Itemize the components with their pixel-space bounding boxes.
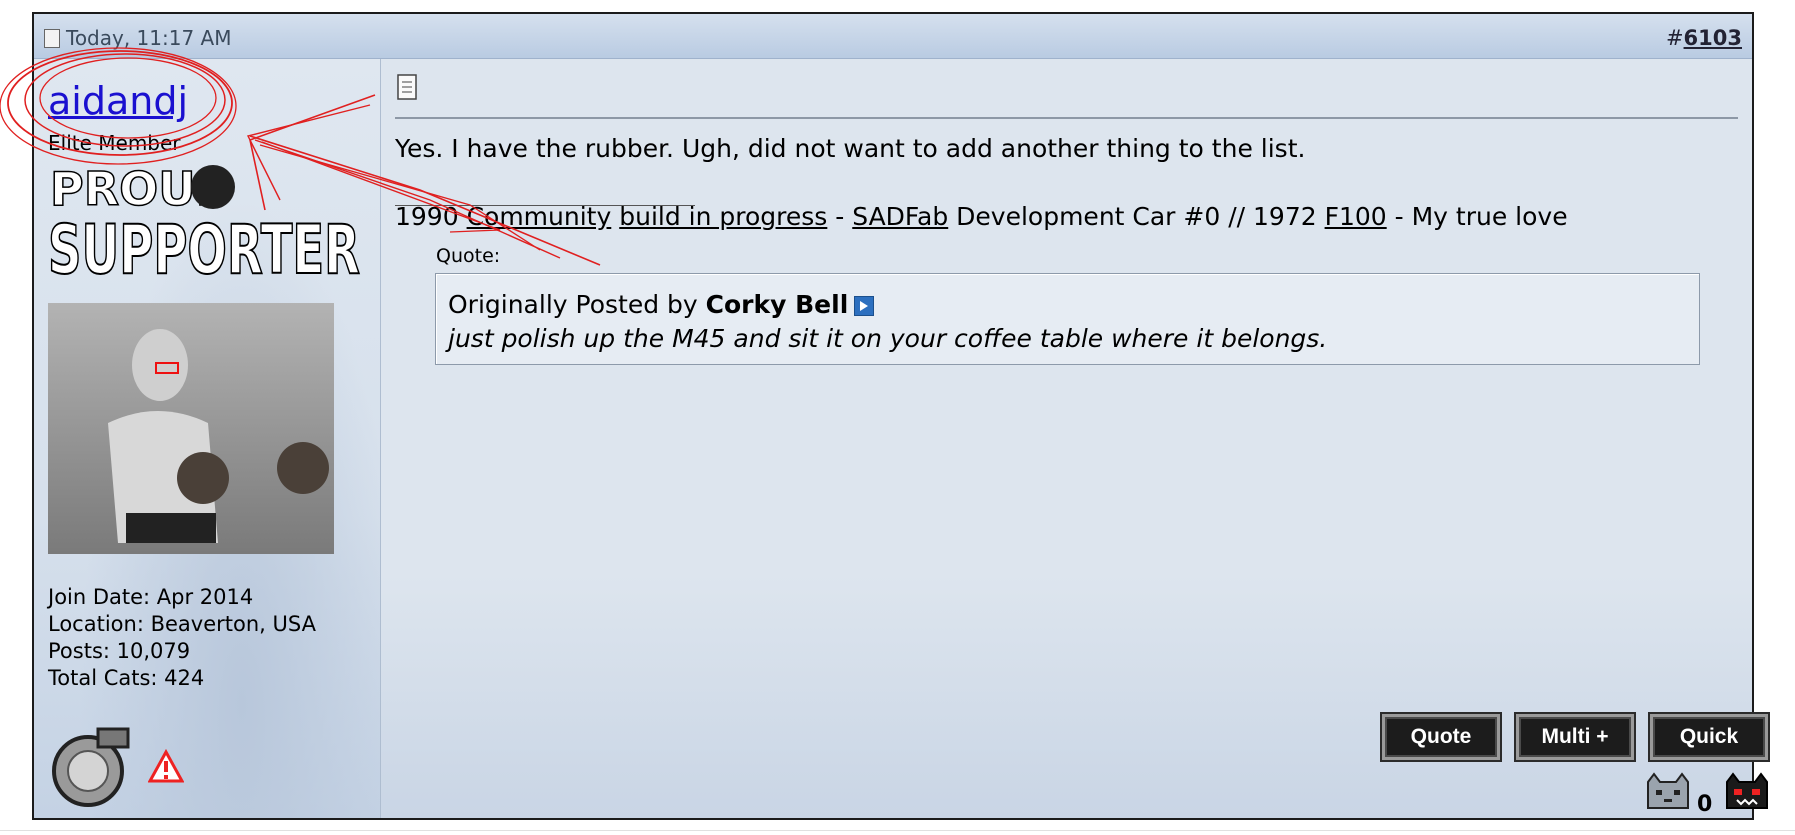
forum-post: Today, 11:17 AM #6103 aidandj Elite Memb… [32,12,1768,820]
multi-quote-button[interactable]: Multi + [1516,714,1634,760]
turbo-icon [52,727,130,807]
signature-text: 1990 [395,202,467,231]
quote-button[interactable]: Quote [1382,714,1500,760]
post-status-icon [44,28,60,48]
signature-text: - My true love [1386,202,1568,231]
svg-text:SUPPORTER: SUPPORTER [48,211,360,279]
post-date: Today, 11:17 AM [44,26,232,50]
signature: 1990 Community build in progress - SADFa… [395,202,1568,231]
post-header: Today, 11:17 AM #6103 [34,14,1752,59]
user-avatar [48,303,334,554]
quote-attribution: Originally Posted by Corky Bell [448,290,875,319]
quote-text: just polish up the M45 and sit it on you… [448,324,1328,353]
signature-link-community[interactable]: Community [467,202,612,231]
user-stats: Join Date: Apr 2014 Location: Beaverton,… [48,584,316,692]
post-content: Yes. I have the rubber. Ugh, did not wan… [381,59,1768,818]
signature-link-sadfab[interactable]: SADFab [852,202,948,231]
content-divider [395,117,1738,119]
join-date: Join Date: Apr 2014 [48,585,254,609]
location: Location: Beaverton, USA [48,612,316,636]
bad-cat-icon[interactable] [1723,772,1771,812]
quote-label: Quote: [436,245,501,267]
signature-link-f100[interactable]: F100 [1325,202,1387,231]
view-post-icon[interactable] [854,296,875,316]
total-cats: Total Cats: 424 [48,666,205,690]
user-title: Elite Member [48,131,181,155]
signature-text: - [827,202,853,231]
post-count: Posts: 10,079 [48,639,191,663]
quick-reply-button[interactable]: Quick [1650,714,1768,760]
message-text: Yes. I have the rubber. Ugh, did not wan… [395,134,1306,163]
quote-author: Corky Bell [705,290,849,319]
warning-icon[interactable] [148,749,184,785]
signature-link-build[interactable]: build in progress [619,202,827,231]
signature-text: Development Car #0 // 1972 [948,202,1325,231]
post-date-text: Today, 11:17 AM [66,26,232,50]
post-number-prefix: # [1665,26,1684,50]
good-cat-icon[interactable] [1644,772,1692,812]
page-bottom-rule [0,830,1795,831]
document-icon [397,74,417,100]
user-info-pane: aidandj Elite Member PROUD SUPPORTER Joi… [34,59,381,818]
username-link[interactable]: aidandj [48,79,188,123]
cat-score: 0 [1697,792,1713,817]
post-permalink[interactable]: 6103 [1684,26,1742,50]
post-number: #6103 [1666,26,1742,50]
quote-box: Originally Posted by Corky Bell just pol… [435,273,1700,365]
proud-supporter-badge: PROUD SUPPORTER [48,161,361,279]
quote-by-prefix: Originally Posted by [448,290,706,319]
